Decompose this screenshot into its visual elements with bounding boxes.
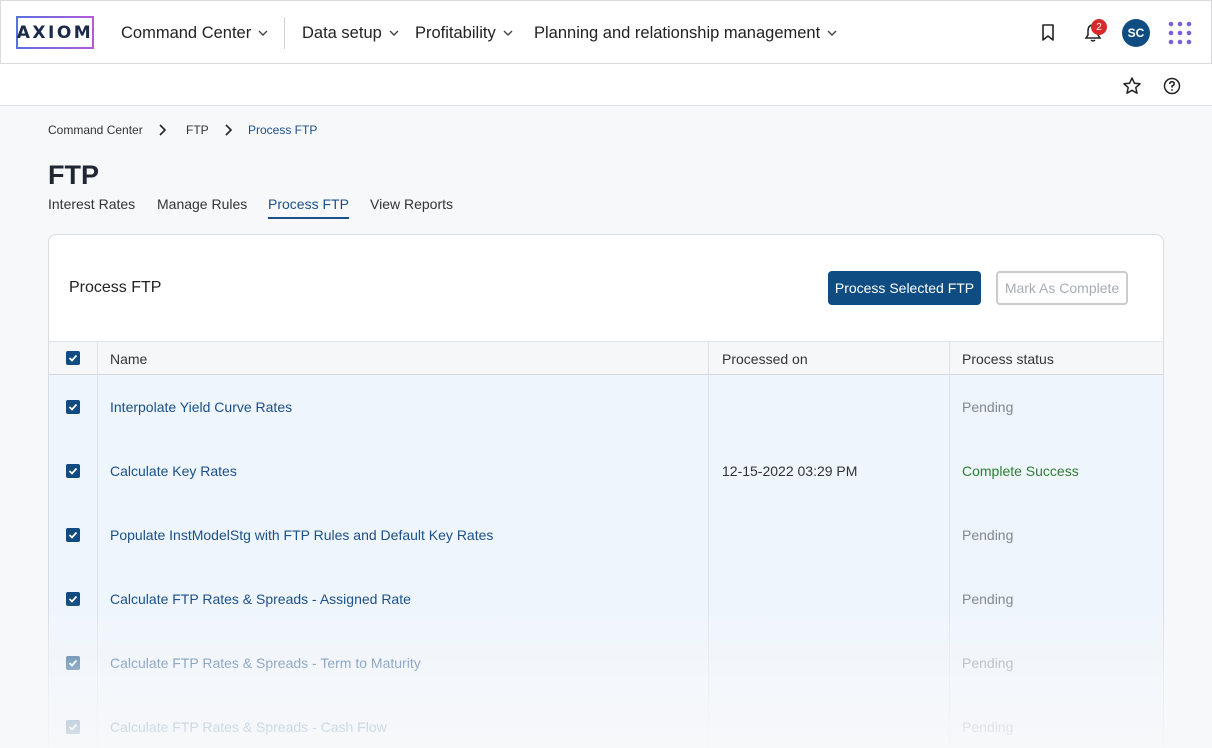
chevron-down-icon (389, 30, 399, 36)
axiom-logo[interactable]: AXIOM (16, 16, 94, 49)
tab-process-ftp[interactable]: Process FTP (268, 196, 349, 219)
row-checkbox[interactable] (66, 592, 80, 606)
checkbox-checked-icon (68, 354, 78, 362)
table-row[interactable]: Interpolate Yield Curve Rates Pending (49, 375, 1163, 439)
nav-label: Planning and relationship management (534, 23, 821, 42)
nav-profitability[interactable]: Profitability (415, 21, 514, 45)
row-checkbox[interactable] (66, 464, 80, 478)
column-header-processed-on[interactable]: Processed on (722, 351, 808, 367)
page-title: FTP (48, 160, 99, 190)
nav-divider (284, 17, 285, 49)
chevron-down-icon (258, 30, 268, 36)
help-icon[interactable] (1161, 75, 1183, 97)
table-row[interactable]: Calculate FTP Rates & Spreads - Assigned… (49, 567, 1163, 631)
row-checkbox[interactable] (66, 656, 80, 670)
table-row[interactable]: Populate InstModelStg with FTP Rules and… (49, 503, 1163, 567)
tab-manage-rules[interactable]: Manage Rules (157, 196, 247, 217)
column-divider (949, 341, 950, 748)
row-processed-on: 12-15-2022 03:29 PM (722, 463, 858, 479)
tab-view-reports[interactable]: View Reports (370, 196, 453, 217)
secondary-toolbar (0, 64, 1212, 106)
column-header-name[interactable]: Name (110, 351, 147, 367)
breadcrumb-command-center[interactable]: Command Center (48, 123, 143, 137)
top-navigation: AXIOM Command Center Data setup Profitab… (0, 0, 1212, 64)
tab-interest-rates[interactable]: Interest Rates (48, 196, 135, 217)
row-checkbox[interactable] (66, 528, 80, 542)
bookmark-icon[interactable] (1037, 21, 1059, 45)
row-name[interactable]: Calculate FTP Rates & Spreads - Cash Flo… (110, 719, 387, 735)
checkbox-checked-icon (68, 595, 78, 603)
row-name[interactable]: Calculate FTP Rates & Spreads - Assigned… (110, 591, 411, 607)
column-header-process-status[interactable]: Process status (962, 351, 1054, 367)
row-status: Complete Success (962, 463, 1079, 479)
checkbox-checked-icon (68, 403, 78, 411)
row-status: Pending (962, 527, 1014, 543)
chevron-right-icon (225, 124, 233, 136)
star-icon[interactable] (1121, 75, 1143, 97)
row-name[interactable]: Interpolate Yield Curve Rates (110, 399, 292, 415)
row-status: Pending (962, 655, 1014, 671)
nav-command-center[interactable]: Command Center (121, 21, 269, 45)
row-name[interactable]: Calculate Key Rates (110, 463, 237, 479)
checkbox-checked-icon (68, 723, 78, 731)
table-row[interactable]: Calculate FTP Rates & Spreads - Term to … (49, 631, 1163, 695)
breadcrumb-ftp[interactable]: FTP (186, 123, 209, 137)
card-title: Process FTP (69, 279, 162, 296)
nav-label: Profitability (415, 23, 496, 42)
table-body: Interpolate Yield Curve Rates Pending Ca… (49, 375, 1163, 748)
chevron-down-icon (503, 30, 513, 36)
chevron-right-icon (159, 124, 167, 136)
checkbox-checked-icon (68, 659, 78, 667)
process-ftp-card: Process FTP Process Selected FTP Mark As… (48, 234, 1164, 748)
notification-badge: 2 (1091, 19, 1107, 35)
row-name[interactable]: Calculate FTP Rates & Spreads - Term to … (110, 655, 421, 671)
nav-label: Data setup (302, 23, 382, 42)
row-status: Pending (962, 719, 1014, 735)
column-divider (708, 341, 709, 748)
row-checkbox[interactable] (66, 720, 80, 734)
nav-label: Command Center (121, 23, 252, 42)
nav-planning-relationship[interactable]: Planning and relationship management (534, 21, 838, 45)
avatar[interactable]: SC (1122, 19, 1150, 47)
row-checkbox[interactable] (66, 400, 80, 414)
row-name[interactable]: Populate InstModelStg with FTP Rules and… (110, 527, 493, 543)
column-divider (97, 341, 98, 748)
table-row[interactable]: Calculate FTP Rates & Spreads - Cash Flo… (49, 695, 1163, 748)
row-status: Pending (962, 591, 1014, 607)
table-row[interactable]: Calculate Key Rates 12-15-2022 03:29 PM … (49, 439, 1163, 503)
checkbox-checked-icon (68, 467, 78, 475)
table-header: Name Processed on Process status (49, 341, 1163, 375)
breadcrumb-process-ftp: Process FTP (248, 123, 318, 137)
row-status: Pending (962, 399, 1014, 415)
nav-data-setup[interactable]: Data setup (302, 21, 400, 45)
apps-grid-icon[interactable] (1167, 20, 1193, 46)
checkbox-checked-icon (68, 531, 78, 539)
select-all-checkbox[interactable] (66, 351, 80, 365)
chevron-down-icon (827, 30, 837, 36)
mark-as-complete-button: Mark As Complete (996, 271, 1128, 305)
process-selected-ftp-button[interactable]: Process Selected FTP (828, 271, 981, 305)
